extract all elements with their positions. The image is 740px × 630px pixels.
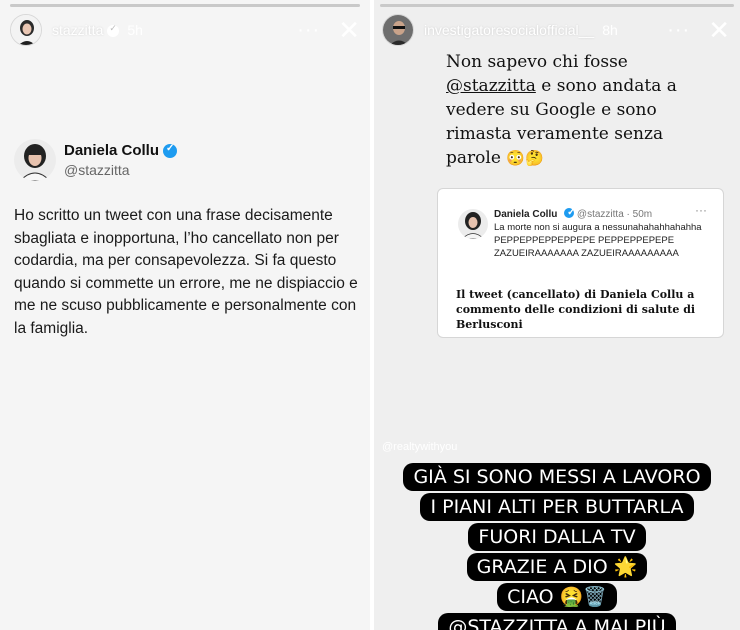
story-username[interactable]: investigatoresocialofficial__ [424,22,594,38]
quote-emoji: 😳🤔 [506,149,544,167]
caption-line: CIAO 🤮🗑️ [497,583,617,611]
verified-badge-icon [163,143,178,158]
embedded-tweet-caption: Il tweet (cancellato) di Daniela Collu a… [456,288,696,331]
embedded-tweet-header: Daniela Collu @stazzitta · 50m [494,207,652,220]
story-caption: GIÀ SI SONO MESSI A LAVORO I PIANI ALTI … [374,463,740,630]
tweet-author: Daniela Collu @stazzitta [14,139,178,181]
verified-icon [107,23,120,37]
story-progress-bar [10,4,360,7]
caption-line: I PIANI ALTI PER BUTTARLA [420,493,694,521]
tweet-handle: @stazzitta [64,162,130,178]
left-story-panel: stazzitta 5h ··· ✕ Daniela Collu @stazzi… [0,0,370,630]
embedded-tweet: Daniela Collu @stazzitta · 50m ··· La mo… [437,188,724,338]
story-time: 8h [602,22,618,38]
embedded-tweet-avatar [458,209,488,239]
caption-line: FUORI DALLA TV [468,523,646,551]
watermark: @realtywithyou [382,441,458,453]
story-username[interactable]: stazzitta [52,22,103,38]
embedded-tweet-text: La morte non si augura a nessunahahahhah… [494,222,702,259]
embedded-tweet-name: Daniela Collu [494,209,558,220]
tweet-name-text: Daniela Collu [64,142,160,159]
profile-photo-icon [383,15,413,45]
profile-photo-icon [14,139,56,181]
story-header: stazzitta 5h ··· ✕ [10,12,360,48]
caption-line: GIÀ SI SONO MESSI A LAVORO [403,463,711,491]
quote-text: Non sapevo chi fosse @stazzitta e sono a… [446,50,686,170]
tweet-name: Daniela Collu [64,142,178,159]
embedded-tweet-handle: @stazzitta · 50m [576,209,653,220]
avatar[interactable] [10,14,42,46]
embedded-tweet-more-icon: ··· [695,203,707,217]
profile-photo-icon [458,209,488,239]
tweet-text: Ho scritto un tweet con una frase decisa… [14,207,358,337]
caption-mention[interactable]: @STAZZITTA [448,616,568,630]
story-header: investigatoresocialofficial__ 8h ··· ✕ [382,12,730,48]
close-icon[interactable]: ✕ [338,17,360,43]
story-progress-bar [380,4,734,7]
profile-photo-icon [11,15,41,45]
caption-line: @STAZZITTA A MAI PIÙ [438,613,676,630]
avatar[interactable] [382,14,414,46]
caption-line-rest: A MAI PIÙ [568,616,666,630]
caption-line: GRAZIE A DIO 🌟 [466,553,648,581]
close-icon[interactable]: ✕ [708,17,730,43]
more-options-icon[interactable]: ··· [297,19,320,42]
more-options-icon[interactable]: ··· [667,19,690,42]
verified-badge-icon [564,207,576,218]
tweet-avatar[interactable] [14,139,56,181]
story-time: 5h [127,22,143,38]
quote-line-1: Non sapevo chi fosse [446,52,628,72]
quote-mention[interactable]: @stazzitta [446,76,536,96]
